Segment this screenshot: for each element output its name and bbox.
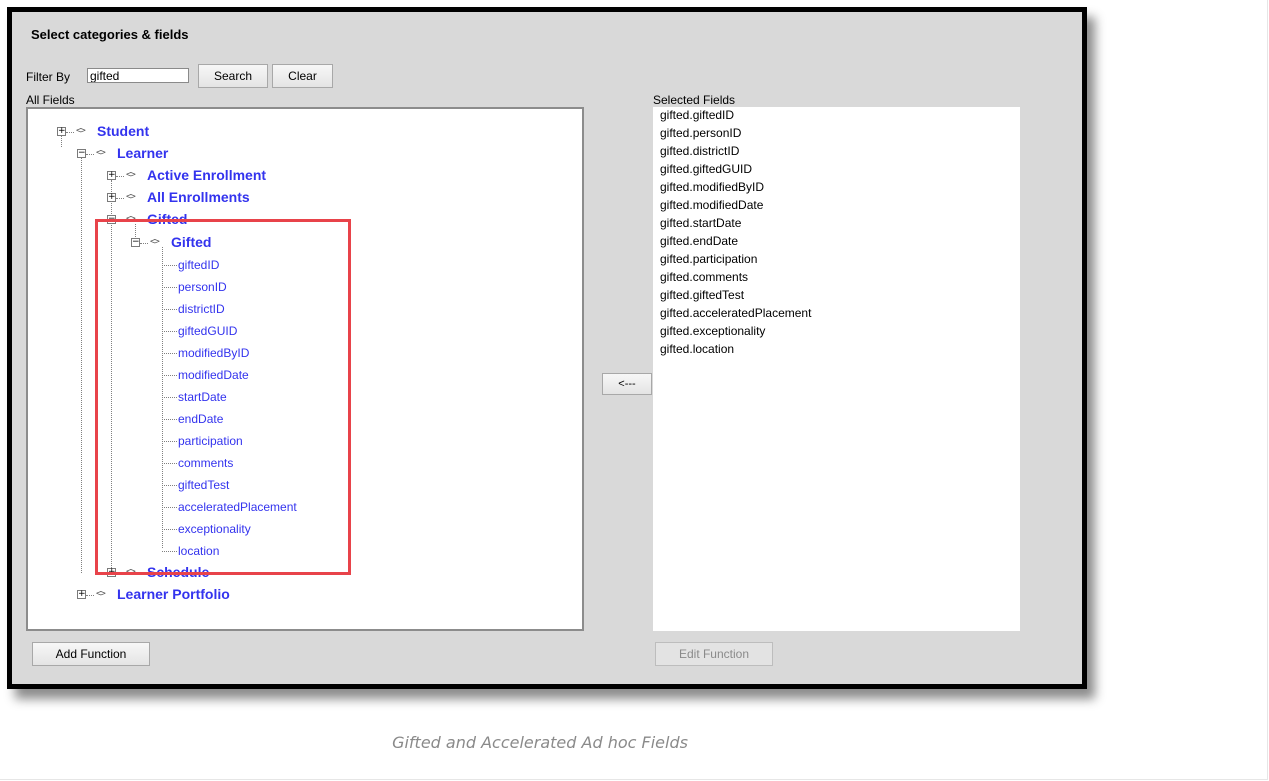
category-icon: <>: [96, 589, 106, 599]
remove-field-button[interactable]: <---: [602, 373, 652, 395]
tree-label[interactable]: Learner Portfolio: [117, 586, 230, 602]
category-icon: <>: [96, 148, 106, 158]
selected-field-item[interactable]: gifted.acceleratedPlacement: [660, 306, 811, 320]
add-function-button[interactable]: Add Function: [32, 642, 150, 666]
expand-icon[interactable]: +: [107, 171, 116, 180]
ad-hoc-field-selector-panel: Select categories & fields Filter By Sea…: [7, 7, 1087, 689]
tree-label[interactable]: Learner: [117, 145, 168, 161]
selected-field-item[interactable]: gifted.startDate: [660, 216, 741, 230]
selected-field-item[interactable]: gifted.location: [660, 342, 734, 356]
tree-label[interactable]: Student: [97, 123, 149, 139]
filter-label: Filter By: [26, 70, 71, 84]
selected-field-item[interactable]: gifted.participation: [660, 252, 757, 266]
selected-field-item[interactable]: gifted.personID: [660, 126, 741, 140]
selected-field-item[interactable]: gifted.endDate: [660, 234, 738, 248]
panel-title: Select categories & fields: [31, 27, 189, 42]
category-icon: <>: [126, 170, 136, 180]
expand-icon[interactable]: +: [77, 590, 86, 599]
tree-connector: [86, 595, 94, 596]
selected-fields-list[interactable]: gifted.giftedID gifted.personID gifted.d…: [653, 107, 1020, 631]
clear-button[interactable]: Clear: [272, 64, 333, 88]
selected-field-item[interactable]: gifted.modifiedDate: [660, 198, 763, 212]
selected-field-item[interactable]: gifted.giftedID: [660, 108, 734, 122]
filter-input[interactable]: [87, 68, 189, 83]
selected-field-item[interactable]: gifted.districtID: [660, 144, 739, 158]
tree-label[interactable]: All Enrollments: [147, 189, 250, 205]
tree-connector: [86, 154, 94, 155]
all-fields-label: All Fields: [26, 93, 75, 107]
expand-icon[interactable]: +: [57, 127, 66, 136]
search-button[interactable]: Search: [198, 64, 268, 88]
category-icon: <>: [76, 126, 86, 136]
gifted-highlight-box: [95, 219, 351, 575]
tree-connector: [116, 176, 124, 177]
category-icon: <>: [126, 192, 136, 202]
expand-icon[interactable]: +: [107, 193, 116, 202]
selected-fields-label: Selected Fields: [653, 93, 736, 107]
collapse-icon[interactable]: −: [77, 149, 86, 158]
tree-label[interactable]: Active Enrollment: [147, 167, 266, 183]
selected-field-item[interactable]: gifted.giftedGUID: [660, 162, 752, 176]
selected-field-item[interactable]: gifted.exceptionality: [660, 324, 765, 338]
figure-caption: Gifted and Accelerated Ad hoc Fields: [392, 733, 688, 752]
selected-field-item[interactable]: gifted.comments: [660, 270, 748, 284]
tree-connector: [66, 132, 74, 133]
selected-field-item[interactable]: gifted.giftedTest: [660, 288, 744, 302]
tree-connector: [81, 158, 82, 573]
selected-field-item[interactable]: gifted.modifiedByID: [660, 180, 764, 194]
tree-connector: [116, 198, 124, 199]
edit-function-button[interactable]: Edit Function: [655, 642, 773, 666]
